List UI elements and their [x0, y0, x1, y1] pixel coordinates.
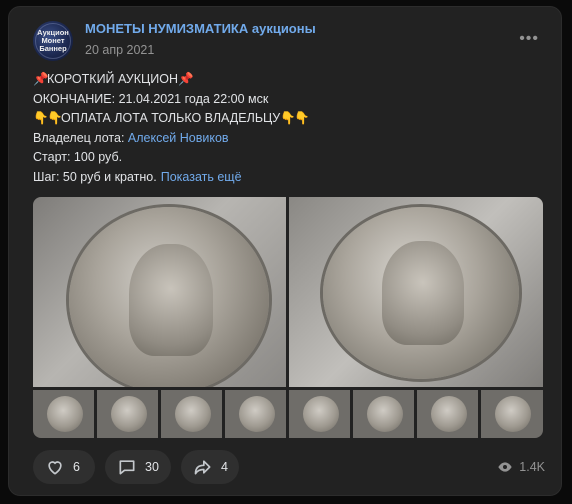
coin-image: [367, 396, 403, 432]
gallery-thumbnail[interactable]: [33, 390, 94, 438]
text-line-2: ОКОНЧАНИЕ: 21.04.2021 года 22:00 мск: [33, 91, 269, 106]
pointing-down-icon: 👇: [33, 111, 49, 126]
auction-title: КОРОТКИЙ АУКЦИОН: [47, 72, 178, 86]
gallery-thumbnail[interactable]: [417, 390, 478, 438]
post-date[interactable]: 20 апр 2021: [85, 43, 154, 57]
share-icon: [194, 460, 211, 475]
gallery-thumbnails: [33, 390, 543, 438]
portrait-relief: [381, 241, 465, 345]
coin-image: [69, 207, 269, 387]
portrait-relief: [129, 244, 213, 356]
heart-icon: [48, 461, 62, 475]
view-count: 1.4K: [519, 460, 545, 474]
comment-icon: [119, 460, 135, 475]
coin-image: [303, 396, 339, 432]
coin-image: [47, 396, 83, 432]
view-counter: 1.4K: [497, 459, 545, 475]
step-text: Шаг: 50 руб и кратно.: [33, 169, 157, 184]
gallery-thumbnail[interactable]: [97, 390, 158, 438]
coin-image: [111, 396, 147, 432]
coin-image: [175, 396, 211, 432]
owner-link[interactable]: Алексей Новиков: [128, 131, 229, 145]
like-button[interactable]: 6: [33, 450, 95, 484]
share-count: 4: [221, 460, 228, 474]
pin-icon: 📌: [33, 72, 49, 86]
coin-image: [239, 396, 275, 432]
comment-button[interactable]: 30: [105, 450, 171, 484]
pin-icon: 📌: [178, 72, 194, 86]
eye-icon: [498, 462, 512, 472]
gallery-thumbnail[interactable]: [289, 390, 350, 438]
show-more-link[interactable]: Показать ещё: [161, 170, 242, 184]
text-line-step: Шаг: 50 руб и кратно. Показать ещё: [33, 168, 553, 188]
author-name[interactable]: МОНЕТЫ НУМИЗМАТИКА аукционы: [85, 21, 316, 36]
comment-count: 30: [145, 460, 159, 474]
like-count: 6: [73, 460, 80, 474]
more-horizontal-icon[interactable]: •••: [519, 30, 539, 48]
gallery-thumbnail[interactable]: [161, 390, 222, 438]
gallery-thumbnail[interactable]: [225, 390, 286, 438]
text-line-1: 📌КОРОТКИЙ АУКЦИОН📌: [33, 70, 553, 90]
gallery-photo-large[interactable]: [33, 197, 286, 387]
avatar[interactable]: Аукцион Монет Баннер: [33, 21, 73, 61]
avatar-text-line: Баннер: [39, 44, 67, 53]
coin-image: [495, 396, 531, 432]
gallery-photo-large[interactable]: [289, 197, 543, 387]
text-line-start: Старт: 100 руб.: [33, 150, 123, 165]
avatar-text: Аукцион Монет Баннер: [33, 29, 73, 53]
post-text: 📌КОРОТКИЙ АУКЦИОН📌 ОКОНЧАНИЕ: 21.04.2021…: [33, 70, 553, 188]
coin-image: [323, 207, 519, 379]
owner-label: Владелец лота:: [33, 130, 125, 145]
pointing-down-icon: 👇: [280, 111, 296, 126]
pointing-down-icon: 👇: [294, 111, 310, 126]
gallery-thumbnail[interactable]: [481, 390, 543, 438]
text-line-3: 👇👇ОПЛАТА ЛОТА ТОЛЬКО ВЛАДЕЛЬЦУ👇👇: [33, 109, 553, 129]
share-button[interactable]: 4: [181, 450, 239, 484]
payment-note: ОПЛАТА ЛОТА ТОЛЬКО ВЛАДЕЛЬЦУ: [61, 111, 281, 126]
post-actions: 6 30 4 1.4K: [33, 450, 553, 486]
gallery-thumbnail[interactable]: [353, 390, 414, 438]
post-card: Аукцион Монет Баннер МОНЕТЫ НУМИЗМАТИКА …: [8, 6, 562, 496]
coin-image: [431, 396, 467, 432]
post-header: Аукцион Монет Баннер МОНЕТЫ НУМИЗМАТИКА …: [33, 21, 547, 65]
photo-gallery: [33, 197, 543, 438]
text-line-owner: Владелец лота: Алексей Новиков: [33, 129, 553, 149]
pointing-down-icon: 👇: [47, 111, 63, 126]
